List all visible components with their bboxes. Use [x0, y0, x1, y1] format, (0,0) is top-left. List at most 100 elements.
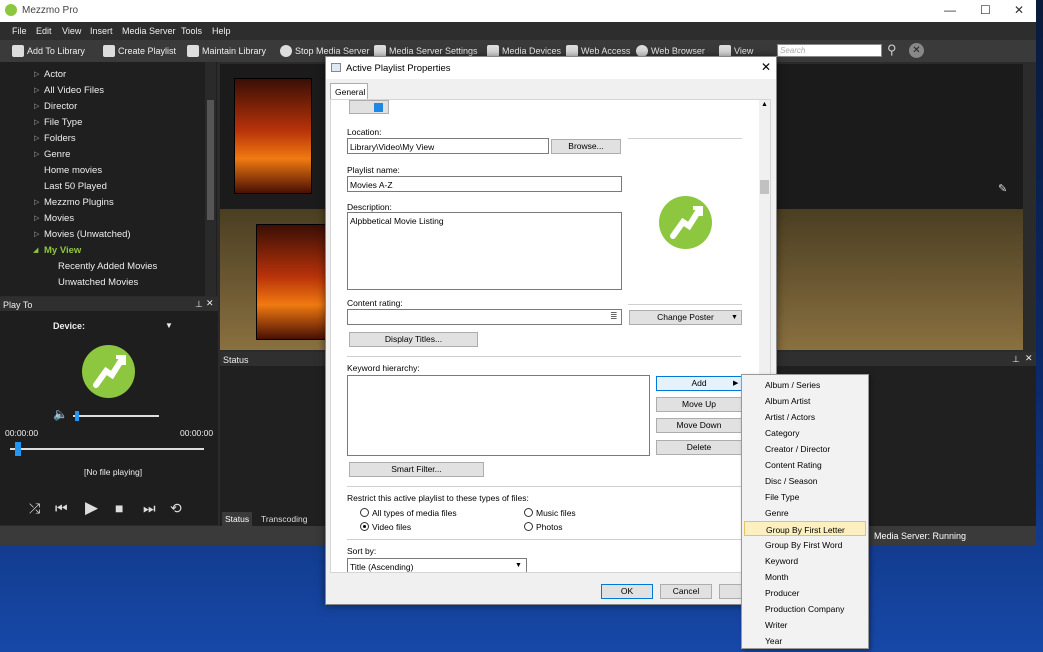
- tree-item-actor[interactable]: Actor: [44, 69, 66, 80]
- search-input[interactable]: Search: [777, 44, 882, 57]
- tree-item-director[interactable]: Director: [44, 101, 77, 112]
- menu-tools[interactable]: Tools: [181, 26, 202, 36]
- menu-item-group-by-first-letter[interactable]: Group By First Letter: [744, 521, 866, 536]
- maintain-library-button[interactable]: Maintain Library: [187, 45, 266, 57]
- minimize-button[interactable]: —: [944, 3, 956, 17]
- menu-help[interactable]: Help: [212, 26, 231, 36]
- menu-item-disc-season[interactable]: Disc / Season: [744, 473, 866, 488]
- scroll-up-icon[interactable]: ▲: [761, 101, 768, 108]
- radio-photos[interactable]: [524, 522, 533, 531]
- radio-music-files[interactable]: [524, 508, 533, 517]
- color-picker-button[interactable]: [349, 100, 389, 114]
- location-field[interactable]: Library\Video\My View: [347, 138, 549, 154]
- content-rating-label: Content rating:: [347, 298, 403, 308]
- maximize-button[interactable]: ☐: [980, 3, 991, 17]
- menu-media-server[interactable]: Media Server: [122, 26, 176, 36]
- menu-item-group-by-first-word[interactable]: Group By First Word: [744, 537, 866, 552]
- tree-item-home-movies[interactable]: Home movies: [44, 165, 102, 176]
- menu-item-keyword[interactable]: Keyword: [744, 553, 866, 568]
- browse-button[interactable]: Browse...: [551, 139, 621, 154]
- menu-item-file-type[interactable]: File Type: [744, 489, 866, 504]
- dialog-close-icon[interactable]: ✕: [761, 60, 771, 74]
- seek-bar[interactable]: [10, 442, 204, 456]
- sort-by-select[interactable]: Title (Ascending) ▼: [347, 558, 527, 572]
- panel-close-icon[interactable]: ✕: [206, 298, 214, 309]
- move-up-button[interactable]: Move Up: [656, 397, 742, 412]
- description-field[interactable]: Alpbbetical Movie Listing: [347, 212, 622, 290]
- previous-icon[interactable]: ⏮: [55, 500, 68, 517]
- menu-view[interactable]: View: [62, 26, 81, 36]
- pin-icon[interactable]: ⊥: [195, 299, 203, 310]
- tree-item-last-50-played[interactable]: Last 50 Played: [44, 181, 107, 192]
- tab-status[interactable]: Status: [222, 512, 253, 526]
- volume-slider[interactable]: [73, 411, 159, 421]
- list-icon[interactable]: ≣: [610, 311, 618, 322]
- menu-item-album-artist[interactable]: Album Artist: [744, 393, 866, 408]
- tree-scrollbar-thumb[interactable]: [207, 100, 214, 220]
- stop-icon[interactable]: ■: [115, 500, 123, 516]
- menu-item-month[interactable]: Month: [744, 569, 866, 584]
- pin-icon[interactable]: ⊥: [1012, 354, 1020, 365]
- move-down-button[interactable]: Move Down: [656, 418, 742, 433]
- tree-item-folders[interactable]: Folders: [44, 133, 76, 144]
- delete-button[interactable]: Delete: [656, 440, 742, 455]
- tree-scrollbar[interactable]: [205, 62, 216, 296]
- play-icon[interactable]: ▶: [85, 498, 98, 518]
- menu-item-producer[interactable]: Producer: [744, 585, 866, 600]
- tree-item-file-type[interactable]: File Type: [44, 117, 82, 128]
- menu-item-album-series[interactable]: Album / Series: [744, 377, 866, 392]
- time-start: 00:00:00: [5, 428, 39, 438]
- close-button[interactable]: ✕: [1014, 3, 1024, 17]
- mezzmo-logo-icon: [82, 345, 135, 398]
- keyword-hierarchy-list[interactable]: [347, 375, 650, 456]
- display-titles-button[interactable]: Display Titles...: [349, 332, 478, 347]
- clear-search-icon[interactable]: ✕: [909, 43, 924, 58]
- menu-insert[interactable]: Insert: [90, 26, 113, 36]
- create-playlist-button[interactable]: Create Playlist: [103, 45, 176, 57]
- shuffle-icon[interactable]: ⤮: [29, 500, 40, 517]
- radio-all-types[interactable]: [360, 508, 369, 517]
- edit-pencil-icon[interactable]: ✎: [998, 182, 1007, 195]
- menu-item-production-company[interactable]: Production Company: [744, 601, 866, 616]
- tree-item-unwatched-movies[interactable]: Unwatched Movies: [58, 277, 138, 288]
- location-label: Location:: [347, 127, 382, 137]
- playlist-name-field[interactable]: Movies A-Z: [347, 176, 622, 192]
- radio-video-files[interactable]: [360, 522, 369, 531]
- search-icon[interactable]: ⚲: [887, 42, 897, 58]
- change-poster-button[interactable]: Change Poster ▼: [629, 310, 742, 325]
- repeat-icon[interactable]: ⟲: [170, 500, 182, 517]
- tree-item-movies[interactable]: Movies: [44, 213, 74, 224]
- tree-item-all-video-files[interactable]: All Video Files: [44, 85, 104, 96]
- seek-bar-thumb[interactable]: [14, 442, 21, 456]
- smart-filter-button[interactable]: Smart Filter...: [349, 462, 484, 477]
- menu-file[interactable]: File: [12, 26, 27, 36]
- add-to-library-button[interactable]: Add To Library: [12, 45, 85, 57]
- device-dropdown-icon[interactable]: ▼: [165, 321, 173, 330]
- tree-item-movies-unwatched[interactable]: Movies (Unwatched): [44, 229, 131, 240]
- menu-item-category[interactable]: Category: [744, 425, 866, 440]
- menu-item-creator-director[interactable]: Creator / Director: [744, 441, 866, 456]
- menu-item-artist-actors[interactable]: Artist / Actors: [744, 409, 866, 424]
- dialog-scrollbar-thumb[interactable]: [760, 180, 769, 194]
- menu-item-year[interactable]: Year: [744, 633, 866, 648]
- add-button[interactable]: Add ▶: [656, 376, 742, 391]
- tree-item-recently-added-movies[interactable]: Recently Added Movies: [58, 261, 157, 272]
- content-rating-field[interactable]: [347, 309, 622, 325]
- ok-button[interactable]: OK: [601, 584, 653, 599]
- volume-slider-thumb[interactable]: [74, 411, 79, 421]
- menu-edit[interactable]: Edit: [36, 26, 52, 36]
- movie-poster[interactable]: [256, 224, 334, 340]
- panel-close-icon[interactable]: ✕: [1025, 353, 1033, 364]
- menu-item-genre[interactable]: Genre: [744, 505, 866, 520]
- menu-item-writer[interactable]: Writer: [744, 617, 866, 632]
- tree-item-mezzmo-plugins[interactable]: Mezzmo Plugins: [44, 197, 114, 208]
- tab-transcoding[interactable]: Transcoding: [258, 512, 310, 526]
- menu-item-content-rating[interactable]: Content Rating: [744, 457, 866, 472]
- tree-item-genre[interactable]: Genre: [44, 149, 70, 160]
- cancel-button[interactable]: Cancel: [660, 584, 712, 599]
- tree-item-my-view[interactable]: My View: [44, 245, 81, 256]
- next-icon[interactable]: ⏭: [143, 500, 156, 517]
- volume-icon[interactable]: 🔈: [53, 407, 68, 421]
- movie-poster[interactable]: [234, 78, 312, 194]
- tab-general[interactable]: General: [330, 83, 368, 99]
